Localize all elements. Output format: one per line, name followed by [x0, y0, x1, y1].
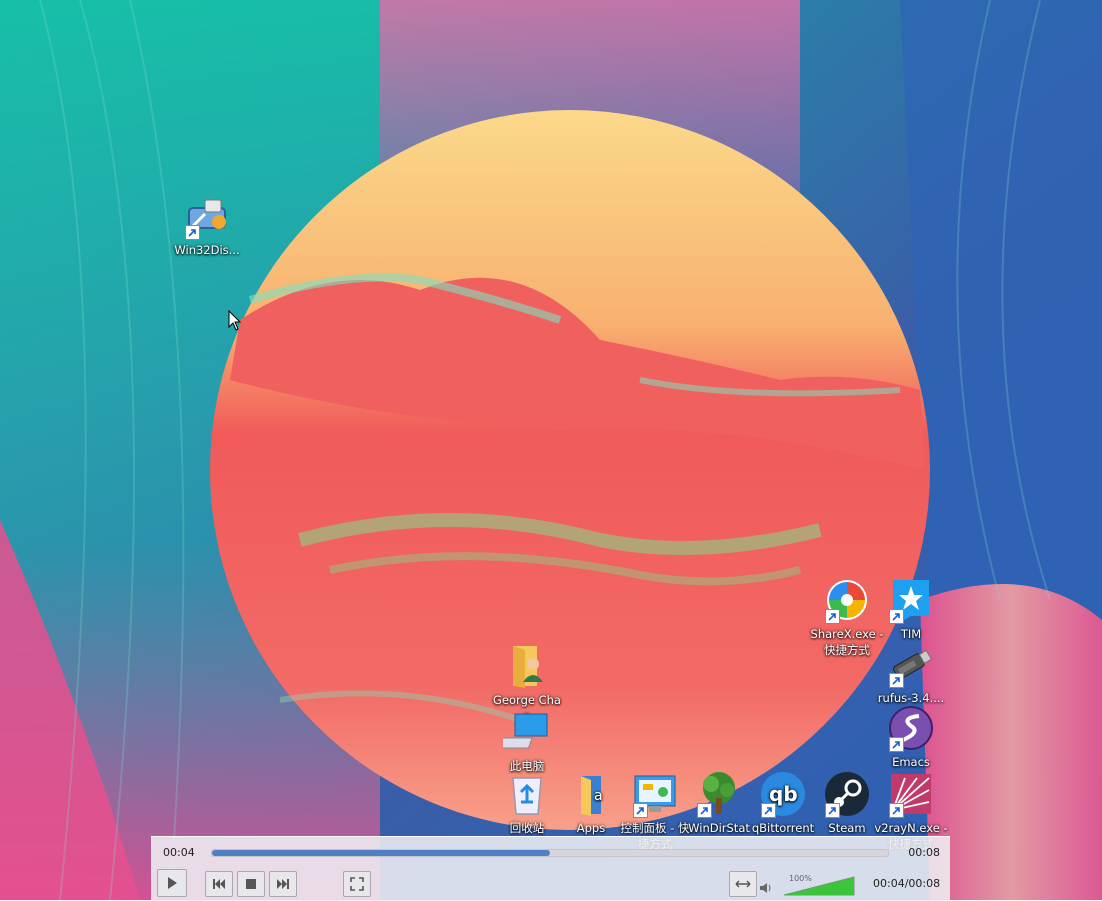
shortcut-arrow-icon	[761, 803, 776, 818]
desktop-icon-label: qBittorrent	[751, 821, 815, 835]
svg-text:a: a	[594, 788, 603, 804]
desktop-icon-steam[interactable]: Steam	[810, 770, 884, 836]
seek-bar[interactable]	[211, 849, 889, 857]
shortcut-arrow-icon	[185, 225, 200, 240]
apps-icon: a	[581, 776, 603, 816]
shortcut-arrow-icon	[697, 803, 712, 818]
shortcut-arrow-icon	[889, 609, 904, 624]
shortcut-arrow-icon	[825, 803, 840, 818]
stretch-icon	[735, 880, 751, 888]
desktop-icon-label: Steam	[828, 821, 866, 835]
time-display: 00:04/00:08	[873, 877, 941, 890]
desktop-icon-rufus[interactable]: rufus-3.4....	[874, 640, 948, 706]
total-time: 00:08	[908, 846, 940, 859]
play-icon	[168, 877, 177, 889]
this-pc-icon	[503, 713, 548, 749]
stretch-button[interactable]	[729, 871, 757, 897]
desktop-icon-sharex[interactable]: ShareX.exe - 快捷方式	[810, 576, 884, 658]
desktop-icon-win32diskimager[interactable]: Win32Dis...	[170, 192, 244, 258]
desktop-icon-label: Win32Dis...	[174, 243, 240, 257]
shortcut-arrow-icon	[825, 609, 840, 624]
fullscreen-button[interactable]	[343, 871, 371, 897]
shortcut-arrow-icon	[889, 737, 904, 752]
desktop-icon-this-pc[interactable]: 此电脑	[490, 708, 564, 774]
desktop-icon-label: ShareX.exe - 快捷方式	[810, 627, 884, 657]
user-folder-icon	[513, 646, 543, 688]
stop-button[interactable]	[237, 871, 265, 897]
stop-icon	[246, 879, 256, 889]
desktop-icon-label: WinDirStat	[688, 821, 750, 835]
next-icon	[277, 879, 289, 889]
shortcut-arrow-icon	[633, 803, 648, 818]
desktop-icon-label: Emacs	[892, 755, 930, 769]
desktop-icon-label: 回收站	[509, 821, 545, 835]
mouse-cursor-icon	[228, 310, 242, 331]
seek-progress	[212, 850, 550, 856]
elapsed-time: 00:04	[163, 846, 195, 859]
desktop-icon-label: Apps	[576, 821, 606, 835]
volume-percent: 100%	[789, 874, 812, 883]
recycle-bin-icon	[512, 777, 542, 815]
desktop-icon-recycle-bin[interactable]: 回收站	[490, 770, 564, 836]
previous-button[interactable]	[205, 871, 233, 897]
desktop-icon-emacs[interactable]: Emacs	[874, 704, 948, 770]
shortcut-arrow-icon	[889, 673, 904, 688]
desktop-icon-tim[interactable]: TIM	[874, 576, 948, 642]
desktop-icon-windirstat[interactable]: WinDirStat	[682, 770, 756, 836]
previous-icon	[213, 879, 225, 889]
media-player-controls: 00:04 00:08 100% 00:04/00:08	[151, 836, 950, 901]
volume-icon[interactable]	[759, 882, 773, 894]
fullscreen-icon	[350, 877, 364, 891]
desktop-icon-apps[interactable]: a Apps	[554, 770, 628, 836]
next-button[interactable]	[269, 871, 297, 897]
play-button[interactable]	[157, 869, 187, 897]
shortcut-arrow-icon	[889, 803, 904, 818]
desktop-icon-qbittorrent[interactable]: qb qBittorrent	[746, 770, 820, 836]
